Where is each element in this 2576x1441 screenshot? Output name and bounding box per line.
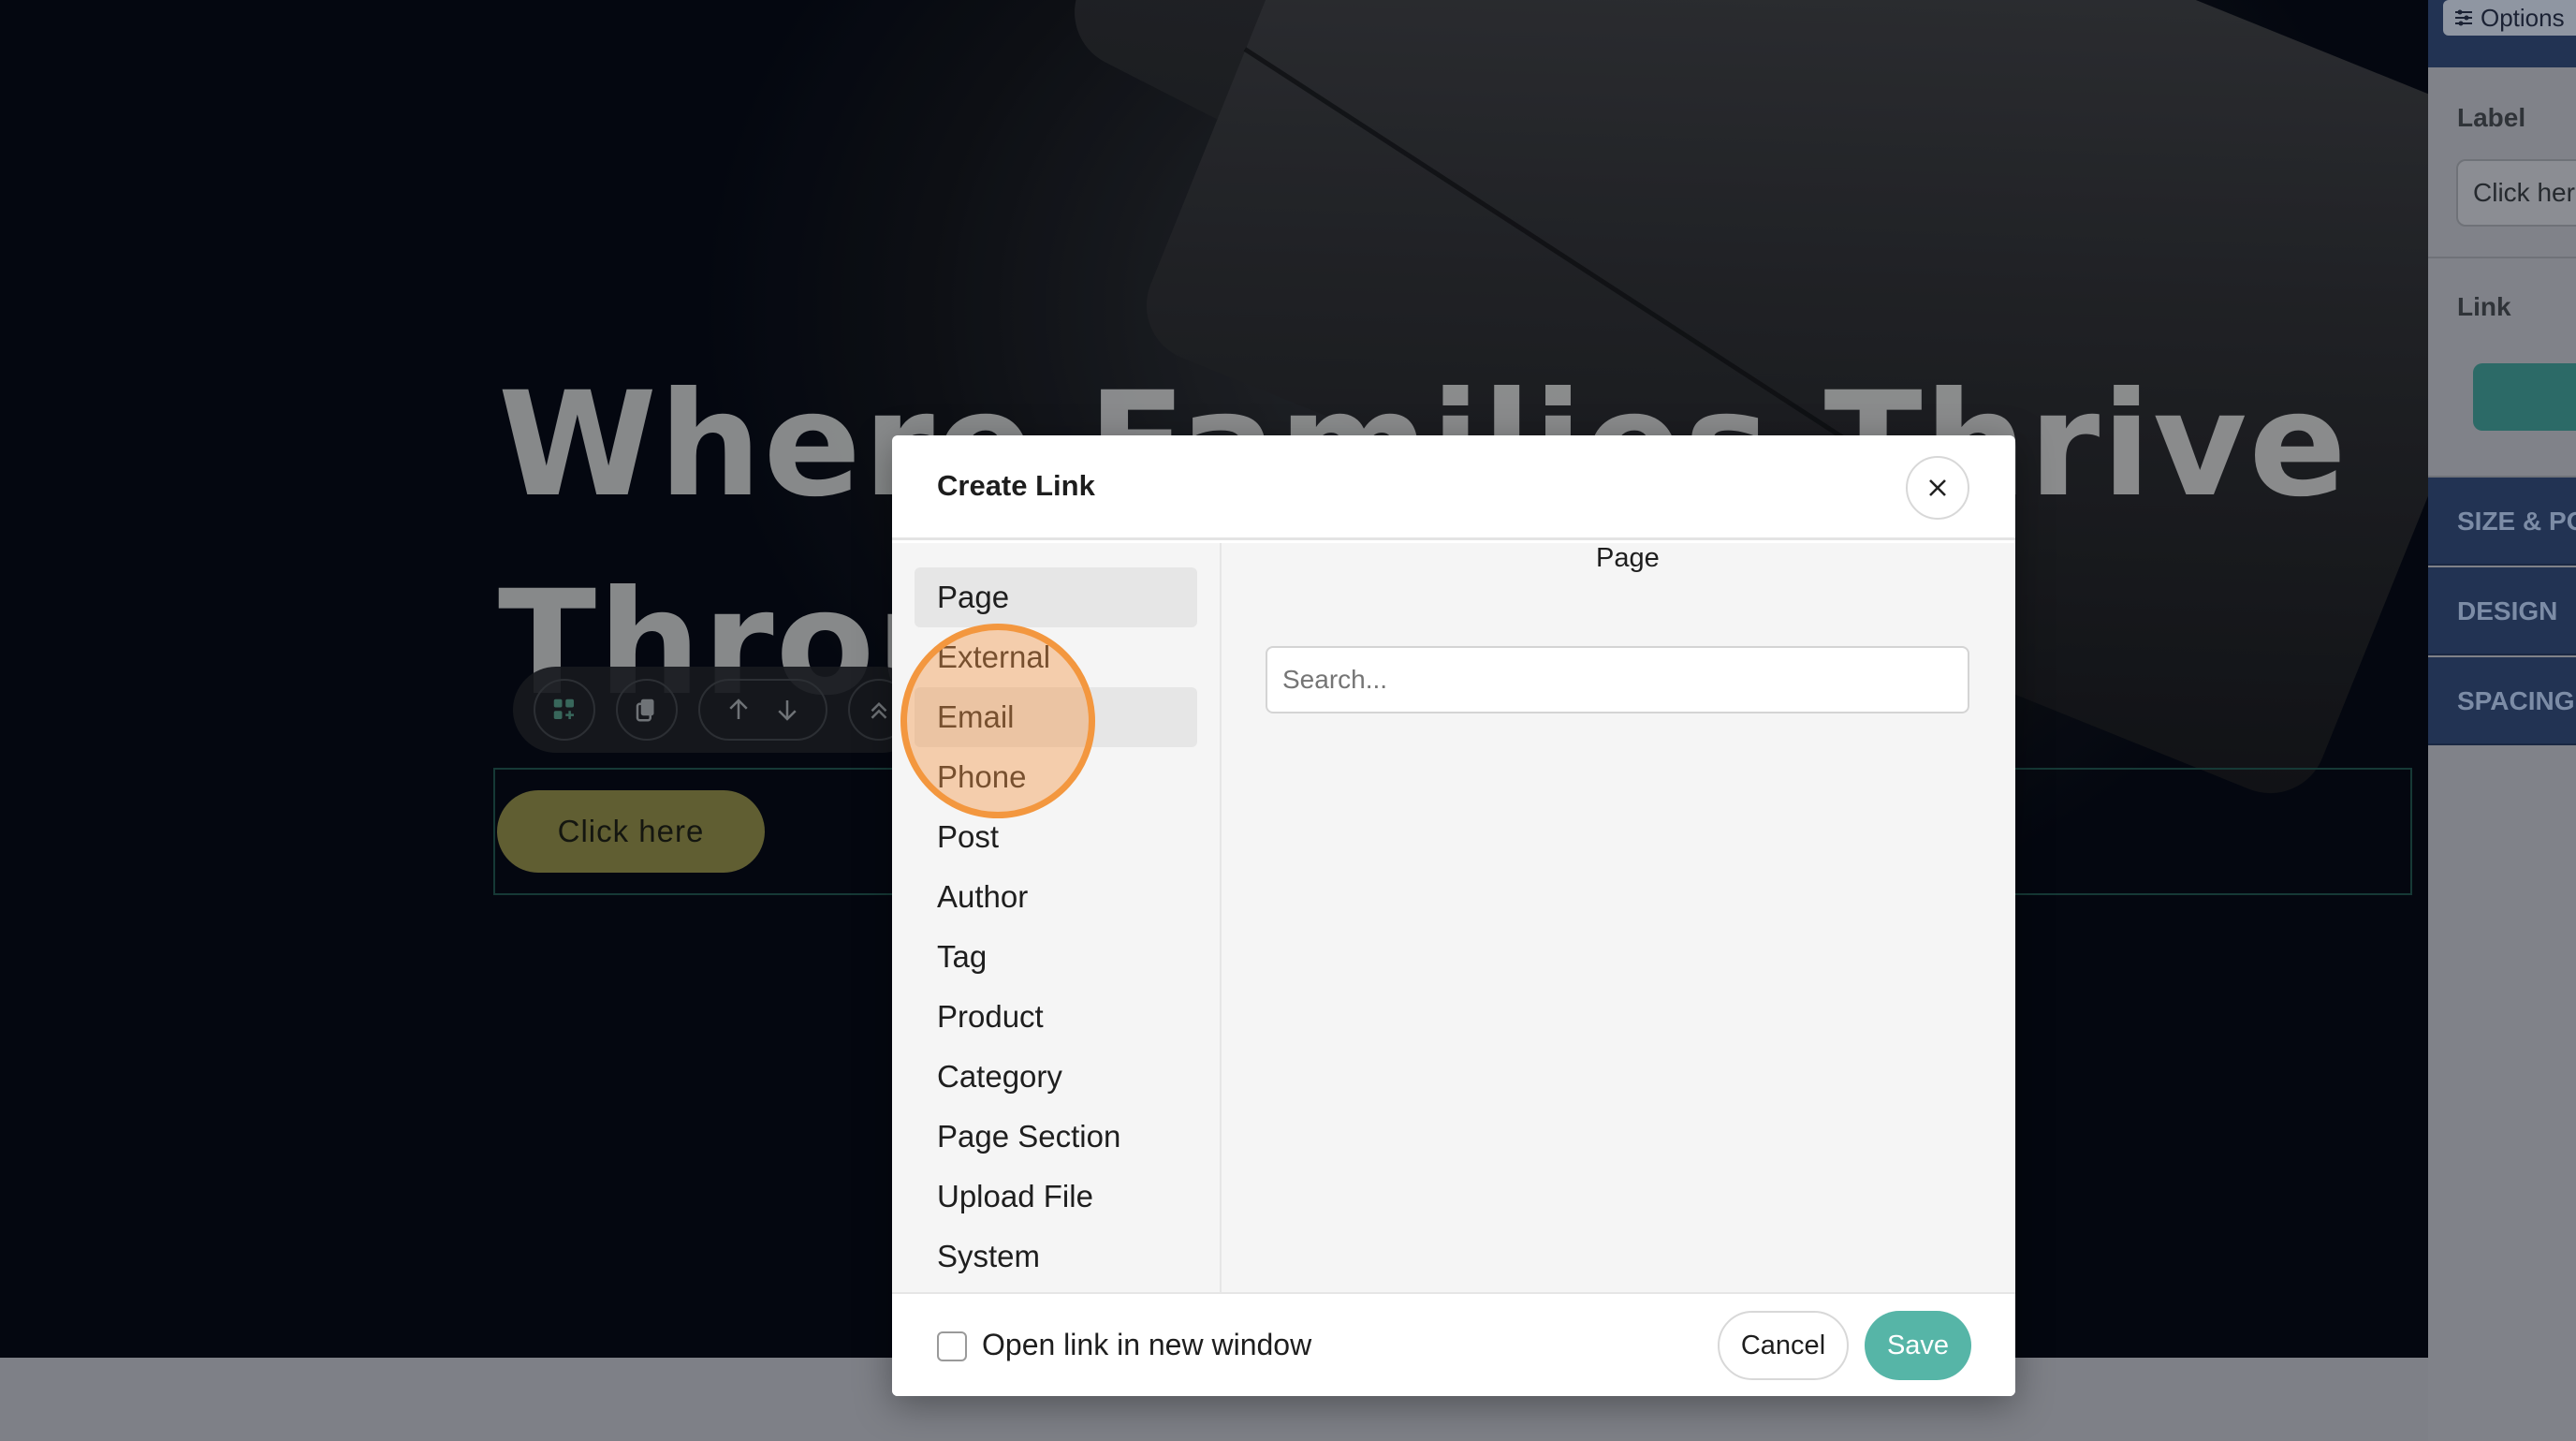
dialog-footer: Open link in new window Cancel Save [892, 1292, 2015, 1396]
close-button[interactable] [1906, 456, 1969, 520]
label-heading: Label [2457, 103, 2526, 132]
link-heading: Link [2457, 292, 2511, 321]
link-type-email[interactable]: Email [915, 687, 1197, 747]
link-type-upload-file[interactable]: Upload File [915, 1167, 1197, 1227]
link-type-list: Page External Email Phone Post Author Ta… [892, 543, 1222, 1292]
section-design[interactable]: DESIGN [2428, 567, 2576, 655]
new-window-label[interactable]: Open link in new window [982, 1328, 1311, 1362]
save-button[interactable]: Save [1865, 1311, 1971, 1380]
link-type-phone[interactable]: Phone [915, 747, 1197, 807]
link-type-tag[interactable]: Tag [915, 927, 1197, 987]
options-button[interactable]: Options [2443, 0, 2576, 36]
link-button[interactable] [2473, 363, 2576, 431]
inspector-panel: Options Label Click here Link SIZE & POS… [2428, 0, 2576, 1441]
dialog-header: Create Link [892, 435, 2015, 540]
link-type-system[interactable]: System [915, 1227, 1197, 1287]
cancel-button[interactable]: Cancel [1718, 1311, 1849, 1380]
link-type-external[interactable]: External [915, 627, 1197, 687]
dialog-body: Page External Email Phone Post Author Ta… [892, 543, 2015, 1292]
link-type-post[interactable]: Post [915, 807, 1197, 867]
close-icon [1929, 479, 1946, 496]
link-target-pane: Page [1222, 543, 2015, 1292]
link-type-category[interactable]: Category [915, 1047, 1197, 1107]
section-size-position[interactable]: SIZE & POSITION [2428, 478, 2576, 566]
sliders-icon [2455, 9, 2472, 26]
new-window-checkbox[interactable] [937, 1331, 967, 1361]
link-type-page-section[interactable]: Page Section [915, 1107, 1197, 1167]
page-search-input[interactable] [1266, 646, 1969, 713]
label-input[interactable]: Click here [2456, 159, 2576, 227]
create-link-dialog: Create Link Page External Email Phone Po… [892, 435, 2015, 1396]
section-spacing[interactable]: SPACING [2428, 657, 2576, 745]
inspector-header: Options [2428, 0, 2576, 67]
link-type-page[interactable]: Page [915, 567, 1197, 627]
inspector-divider [2428, 257, 2576, 258]
page-select-label: Page [1596, 543, 1660, 573]
options-label: Options [2481, 3, 2565, 32]
dialog-title: Create Link [937, 469, 1095, 502]
link-type-author[interactable]: Author [915, 867, 1197, 927]
link-type-product[interactable]: Product [915, 987, 1197, 1047]
